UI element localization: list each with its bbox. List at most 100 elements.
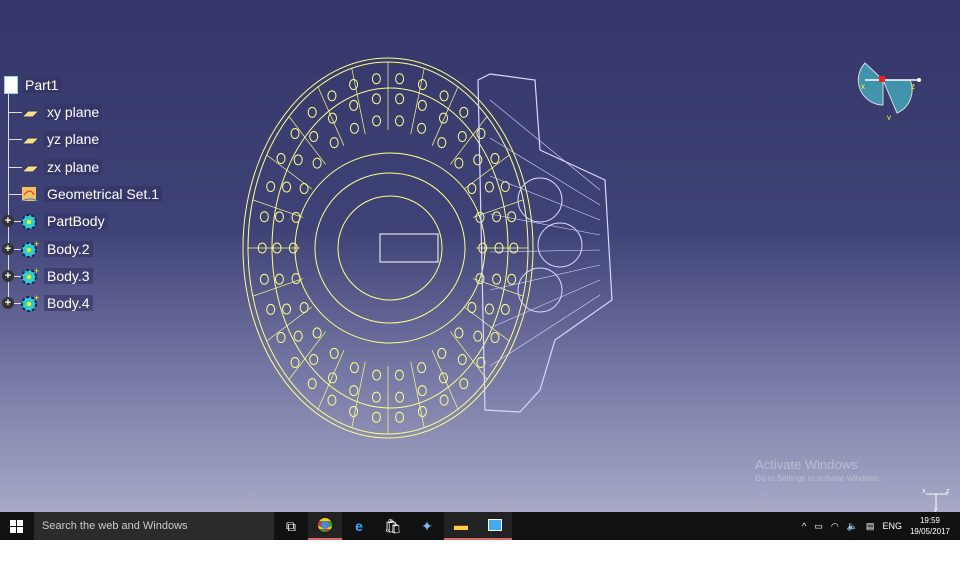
volume-icon[interactable]: 🔈: [847, 521, 858, 532]
disc-hole: [290, 357, 300, 369]
disc-hole: [371, 411, 381, 423]
clock[interactable]: 19:59 19/05/2017: [910, 515, 950, 537]
disc-hole: [473, 154, 483, 166]
disc-hole: [327, 394, 337, 406]
disc-hole: [349, 122, 359, 134]
tree-item-partbody[interactable]: PartBody: [20, 210, 108, 232]
tree-root-part1[interactable]: Part1: [4, 74, 62, 96]
expand-icon[interactable]: +: [2, 242, 14, 255]
disc-vane: [431, 86, 459, 146]
disc-hole: [372, 369, 382, 381]
caliper-piston: [537, 222, 583, 268]
disc-hole: [394, 369, 404, 381]
tree-item-xy-plane[interactable]: xy plane: [20, 101, 103, 123]
store-taskbar-icon[interactable]: 🛍: [376, 512, 410, 540]
tree-label: Body.3: [44, 267, 93, 284]
disc-hole: [349, 99, 359, 111]
caliper-edge: [489, 279, 601, 329]
geoset-icon: [20, 185, 40, 203]
disc-hole: [274, 273, 284, 285]
wifi-icon[interactable]: ◠: [831, 521, 839, 532]
body-icon: +: [20, 266, 40, 285]
disc-hole: [439, 372, 448, 384]
disc-hole: [484, 303, 494, 315]
disc-hole: [349, 406, 359, 418]
caliper-piston: [517, 177, 563, 223]
disc-hole: [274, 211, 284, 223]
disc-hole: [439, 394, 449, 406]
chrome-taskbar-icon[interactable]: [308, 512, 342, 540]
task-view-button[interactable]: ⧉: [274, 512, 308, 540]
body-icon: [20, 212, 40, 231]
disc-ring: [294, 152, 486, 344]
disc-vane: [266, 306, 313, 342]
disc-hole: [507, 211, 517, 223]
notifications-icon[interactable]: ▤: [866, 521, 875, 532]
body-icon: +: [20, 239, 40, 258]
start-button[interactable]: [0, 512, 32, 540]
disc-vane: [463, 154, 510, 190]
disc-hole: [349, 362, 359, 374]
tree-item-zx-plane[interactable]: zx plane: [20, 156, 103, 178]
tree-item-body-4[interactable]: + Body.4: [20, 292, 93, 314]
disc-hole: [454, 157, 464, 169]
axis-triad: x z y: [922, 488, 950, 512]
disc-hole: [276, 153, 286, 165]
chevron-up-icon[interactable]: ^: [802, 521, 806, 531]
tree-label: Geometrical Set.1: [44, 185, 163, 202]
plane-icon: [20, 130, 41, 148]
caliper-edge: [489, 99, 601, 191]
plane-icon: [20, 103, 41, 121]
edge-taskbar-icon[interactable]: e: [342, 512, 376, 540]
compass-y-label: y: [887, 113, 891, 120]
plane-icon: [20, 158, 41, 176]
disc-vane: [266, 154, 313, 190]
disc-hole: [328, 372, 337, 384]
disc-hole: [417, 385, 427, 397]
file-explorer-taskbar-icon[interactable]: ▬: [444, 512, 478, 540]
windows-logo-icon: [9, 519, 23, 533]
disc-vane: [351, 361, 366, 428]
disc-hole: [439, 112, 448, 124]
search-box[interactable]: Search the web and Windows: [34, 512, 274, 540]
taskbar: Search the web and Windows ⧉ e 🛍 ✦ ▬ ^ ▭…: [0, 512, 960, 540]
disc-hole: [437, 347, 447, 359]
disc-hole: [507, 273, 517, 285]
watermark-subtitle: Go to Settings to activate Windows.: [755, 474, 882, 483]
caliper-edge: [489, 249, 601, 253]
language-indicator[interactable]: ENG: [882, 521, 902, 531]
catia-window-taskbar-icon[interactable]: [478, 512, 512, 540]
disc-hole: [457, 353, 467, 365]
brake-disc-wireframe[interactable]: [0, 0, 960, 512]
tree-item-yz-plane[interactable]: yz plane: [20, 128, 103, 150]
expand-icon[interactable]: +: [2, 269, 14, 282]
disc-hole: [484, 181, 494, 193]
disc-hole: [349, 385, 359, 397]
clock-time: 19:59: [919, 516, 940, 525]
hub-block: [379, 233, 439, 263]
part-icon: [4, 76, 18, 94]
disc-hole: [476, 127, 486, 139]
disc-hole: [490, 331, 500, 343]
tree-item-body-3[interactable]: + Body.3: [20, 265, 93, 287]
compass-widget[interactable]: x y z: [855, 55, 925, 125]
search-placeholder: Search the web and Windows: [42, 520, 188, 532]
tree-label: Body.4: [44, 295, 93, 312]
expand-icon[interactable]: +: [2, 297, 14, 310]
disc-hole: [500, 303, 510, 315]
tree-item-geometrical-set-1[interactable]: Geometrical Set.1: [20, 183, 163, 205]
disc-hole: [395, 391, 405, 403]
battery-icon[interactable]: ▭: [814, 521, 823, 532]
disc-hole: [293, 154, 303, 166]
tree-item-body-2[interactable]: + Body.2: [20, 238, 93, 260]
disc-hole: [282, 303, 292, 315]
svg-text:+: +: [34, 267, 39, 276]
disc-vane: [431, 350, 459, 410]
disc-hole: [454, 327, 464, 339]
3d-viewport[interactable]: Part1 xy plane yz plane zx plane Geometrica…: [0, 0, 960, 512]
tree-label: yz plane: [44, 131, 103, 148]
disc-hole: [417, 362, 427, 374]
catia-taskbar-icon[interactable]: ✦: [410, 512, 444, 540]
disc-hole: [417, 99, 427, 111]
system-tray: ^ ▭ ◠ 🔈 ▤ ENG 19:59 19/05/2017: [802, 515, 960, 537]
